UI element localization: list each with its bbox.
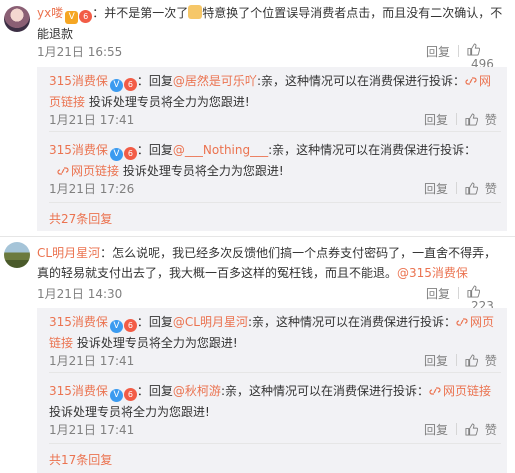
reply-meta: 1月21日 17:41 回复 赞: [49, 421, 501, 439]
divider: [49, 202, 501, 203]
like-label: 赞: [484, 354, 497, 368]
reply-meta: 1月21日 17:41 回复 赞: [49, 111, 501, 129]
comment-username[interactable]: yx喽: [37, 6, 63, 20]
link-icon: [465, 77, 477, 85]
link-icon: [456, 318, 468, 326]
reply-text: :亲，这种情况可以在消费保进行投诉：: [220, 384, 429, 398]
comment-time: 1月21日 16:55: [37, 45, 123, 59]
reply-button[interactable]: 回复: [426, 43, 450, 60]
web-link[interactable]: 网页链接: [57, 164, 119, 178]
mention-link[interactable]: @居然是可乐吖: [173, 74, 257, 88]
web-link-label: 网页链接: [442, 384, 491, 398]
verified-badge-icon: V: [109, 389, 123, 402]
mention-link[interactable]: @315消费保: [397, 266, 468, 280]
reply-prefix: ：回复: [136, 74, 173, 88]
divider: [49, 131, 501, 132]
reply-username[interactable]: 315消费保: [49, 74, 108, 88]
comment-time: 1月21日 14:30: [37, 287, 123, 301]
reply-item: 315消费保 V 6 ：回复@___Nothing___:亲，这种情况可以在消费保进行…: [49, 140, 501, 181]
comment-body: yx喽 V 6 ：并不是第一次了 特意换了个位置误导消费者点击，而且没有二次确认，不能退…: [37, 3, 507, 44]
comment-body: CL明月星河：怎么说呢，我已经多次反馈他们搞一个点券支付密码了，一直舍不得弄，真…: [37, 243, 507, 283]
reply-meta: 1月21日 17:41 回复 赞: [49, 352, 501, 370]
verified-badge-icon: V: [109, 79, 123, 92]
avatar[interactable]: [4, 6, 30, 32]
more-replies-link[interactable]: 共27条回复: [49, 210, 112, 227]
thumbs-up-icon: [465, 423, 478, 436]
reply-button[interactable]: 回复: [424, 421, 448, 438]
reply-item: 315消费保 V 6 ：回复@CL明月星河:亲，这种情况可以在消费保进行投诉： 网页链接…: [49, 312, 501, 353]
comment-meta: 1月21日 14:30 回复 223: [37, 285, 507, 313]
thumbs-up-icon: [467, 285, 480, 298]
like-label: 赞: [484, 423, 497, 437]
reply-text-2: 投诉处理专员将全力为您跟进!: [73, 336, 238, 350]
reply-panel: 315消费保 V 6 ：回复@CL明月星河:亲，这种情况可以在消费保进行投诉： 网页链接…: [37, 308, 507, 473]
comment-meta: 1月21日 16:55 回复 496: [37, 43, 507, 71]
like-label: 赞: [484, 113, 497, 127]
link-icon: [429, 387, 441, 395]
thumbs-up-icon: [467, 43, 480, 56]
reply-prefix: ：回复: [136, 384, 173, 398]
like-button[interactable]: 赞: [465, 111, 497, 128]
like-label: 赞: [484, 182, 497, 196]
reply-prefix: ：回复: [136, 143, 173, 157]
like-button[interactable]: 赞: [465, 352, 497, 369]
reply-time: 1月21日 17:41: [49, 113, 135, 127]
mention-link[interactable]: @CL明月星河: [173, 315, 248, 329]
thumbs-up-icon: [465, 354, 478, 367]
reply-time: 1月21日 17:41: [49, 354, 135, 368]
divider: [456, 423, 457, 435]
reply-username[interactable]: 315消费保: [49, 143, 108, 157]
reply-text: :亲，这种情况可以在消费保进行投诉：: [268, 143, 477, 157]
member-badge-icon: 6: [123, 147, 137, 160]
divider: [458, 45, 459, 57]
member-badge-icon: 6: [123, 78, 137, 91]
reply-text-2: 投诉处理专员将全力为您跟进!: [49, 405, 210, 419]
comment-divider: [0, 236, 515, 237]
reply-username[interactable]: 315消费保: [49, 384, 108, 398]
thumbs-up-icon: [465, 113, 478, 126]
reply-text: :亲，这种情况可以在消费保进行投诉：: [256, 74, 465, 88]
divider: [456, 182, 457, 194]
reply-text: :亲，这种情况可以在消费保进行投诉：: [248, 315, 457, 329]
reply-time: 1月21日 17:41: [49, 423, 135, 437]
comment-username[interactable]: CL明月星河: [37, 246, 100, 260]
member-badge-icon: 6: [123, 388, 137, 401]
web-link[interactable]: 网页链接: [429, 384, 491, 398]
reply-text-2: 投诉处理专员将全力为您跟进!: [85, 95, 250, 109]
reply-username[interactable]: 315消费保: [49, 315, 108, 329]
more-replies-link[interactable]: 共17条回复: [49, 451, 112, 468]
member-badge-icon: 6: [123, 319, 137, 332]
reply-button[interactable]: 回复: [424, 352, 448, 369]
divider: [49, 372, 501, 373]
divider: [456, 354, 457, 366]
divider: [458, 287, 459, 299]
reply-text-2: 投诉处理专员将全力为您跟进!: [119, 164, 284, 178]
reply-button[interactable]: 回复: [424, 111, 448, 128]
comment-text: ：并不是第一次了: [92, 6, 189, 20]
reply-panel: 315消费保 V 6 ：回复@居然是可乐吖:亲，这种情况可以在消费保进行投诉： 网页链接…: [37, 67, 507, 231]
mention-link[interactable]: @秋柯游: [173, 384, 221, 398]
reply-button[interactable]: 回复: [424, 180, 448, 197]
like-button[interactable]: 赞: [465, 180, 497, 197]
member-badge-icon: 6: [79, 10, 93, 23]
reply-meta: 1月21日 17:26 回复 赞: [49, 180, 501, 198]
reply-item: 315消费保 V 6 ：回复@秋柯游:亲，这种情况可以在消费保进行投诉： 网页链接 投诉…: [49, 381, 501, 422]
thumbs-up-icon: [465, 182, 478, 195]
reply-prefix: ：回复: [136, 315, 173, 329]
reply-item: 315消费保 V 6 ：回复@居然是可乐吖:亲，这种情况可以在消费保进行投诉： 网页链接…: [49, 71, 501, 112]
reply-time: 1月21日 17:26: [49, 182, 135, 196]
hand-emoji-icon: [188, 5, 203, 19]
reply-button[interactable]: 回复: [426, 285, 450, 302]
link-icon: [57, 167, 69, 175]
like-button[interactable]: 赞: [465, 421, 497, 438]
verified-badge-icon: V: [65, 11, 79, 24]
web-link-label: 网页链接: [71, 164, 120, 178]
avatar[interactable]: [4, 242, 30, 268]
mention-link[interactable]: @___Nothing___: [173, 143, 268, 157]
verified-badge-icon: V: [109, 148, 123, 161]
verified-badge-icon: V: [109, 320, 123, 333]
divider: [456, 113, 457, 125]
divider: [49, 443, 501, 444]
